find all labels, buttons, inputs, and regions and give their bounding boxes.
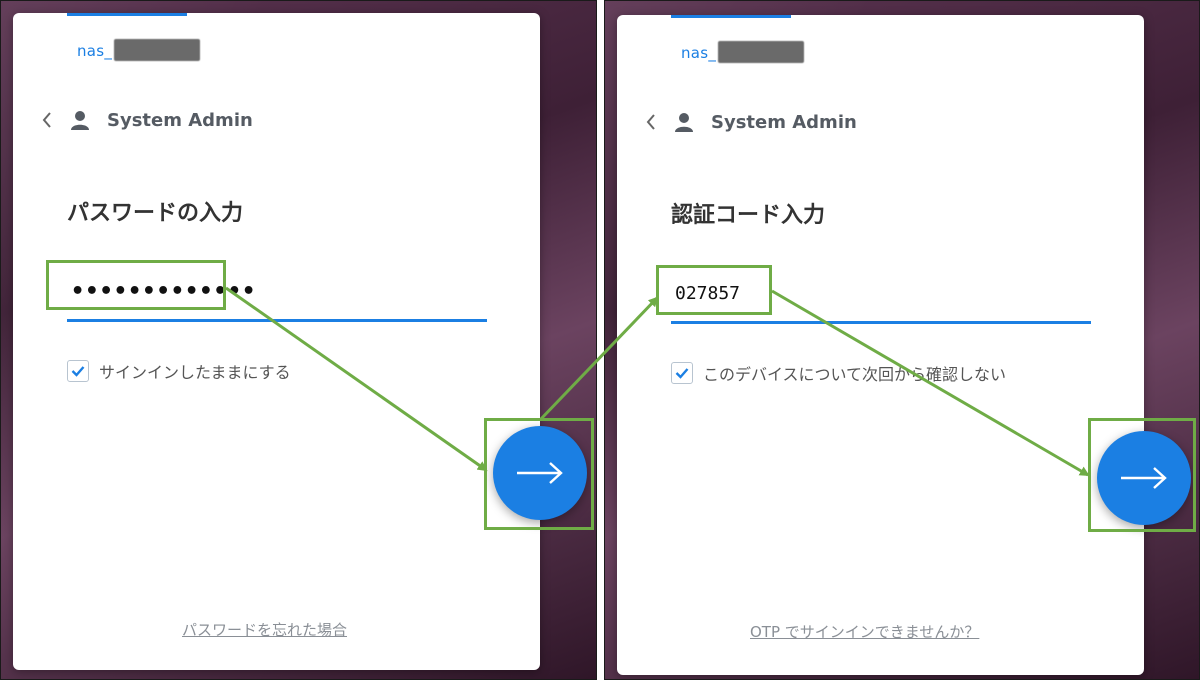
form-title: 認証コード入力 bbox=[671, 203, 826, 228]
server-name-label: nas_ bbox=[681, 44, 717, 62]
server-name-label: nas_ bbox=[77, 42, 113, 60]
user-row: System Admin bbox=[641, 111, 857, 133]
trust-device-checkbox[interactable] bbox=[671, 362, 693, 384]
user-icon bbox=[675, 113, 693, 132]
stay-signed-in-checkbox[interactable] bbox=[67, 360, 89, 382]
login-panel-otp: nas_ System Admin 認証コード入力 このデバイスについて次回から… bbox=[604, 0, 1200, 680]
tab-indicator bbox=[671, 15, 791, 18]
redacted-block bbox=[114, 39, 201, 61]
highlight-box-next-left bbox=[484, 418, 594, 530]
redacted-block bbox=[718, 41, 805, 63]
trust-device-row[interactable]: このデバイスについて次回から確認しない bbox=[671, 361, 1006, 385]
login-card: nas_ System Admin パスワードの入力 サインインしたままにする … bbox=[13, 13, 540, 670]
checkbox-label: このデバイスについて次回から確認しない bbox=[703, 365, 1007, 384]
highlight-box-code bbox=[656, 265, 772, 315]
user-icon bbox=[71, 111, 89, 130]
checkmark-icon bbox=[675, 368, 689, 379]
form-title: パスワードの入力 bbox=[67, 201, 244, 226]
user-name: System Admin bbox=[107, 109, 253, 131]
stay-signed-in-row[interactable]: サインインしたままにする bbox=[67, 359, 291, 383]
server-name: nas_ bbox=[77, 39, 201, 61]
checkmark-icon bbox=[71, 366, 85, 377]
tab-indicator bbox=[67, 13, 187, 16]
user-name: System Admin bbox=[711, 111, 857, 133]
user-row: System Admin bbox=[37, 109, 253, 131]
chevron-left-icon[interactable] bbox=[37, 110, 57, 130]
chevron-left-icon[interactable] bbox=[641, 112, 661, 132]
otp-help-link[interactable]: OTP でサインインできませんか？ bbox=[750, 621, 979, 642]
forgot-password-link[interactable]: パスワードを忘れた場合 bbox=[182, 619, 347, 640]
login-card: nas_ System Admin 認証コード入力 このデバイスについて次回から… bbox=[617, 15, 1144, 675]
server-name: nas_ bbox=[681, 41, 805, 63]
checkbox-label: サインインしたままにする bbox=[99, 363, 291, 382]
login-panel-password: nas_ System Admin パスワードの入力 サインインしたままにする … bbox=[0, 0, 597, 680]
highlight-box-next-right bbox=[1088, 418, 1196, 532]
highlight-box-password bbox=[46, 260, 226, 310]
